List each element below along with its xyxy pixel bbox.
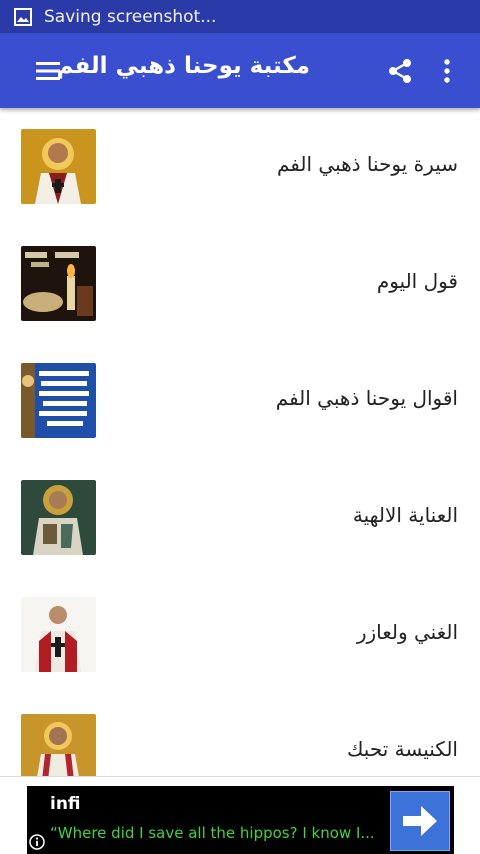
candle-book-icon [21, 246, 96, 321]
saint-portrait-icon [21, 129, 96, 204]
info-icon[interactable] [29, 834, 45, 850]
page-title: مكتبة يوحنا ذهبي الفم [56, 53, 310, 79]
list-item[interactable]: العناية الالهية [0, 459, 480, 576]
ad-action-button[interactable] [390, 791, 450, 851]
mosaic-saint-icon [21, 480, 96, 555]
list-item-label: سيرة يوحنا ذهبي الفم [276, 152, 458, 176]
list-item-label: الغني ولعازر [356, 620, 458, 644]
list-item[interactable]: اقوال يوحنا ذهبي الفم [0, 342, 480, 459]
list-item-label: العناية الالهية [352, 503, 458, 527]
ad-tagline: “Where did I save all the hippos? I know… [50, 824, 375, 842]
arrow-right-icon [403, 806, 437, 836]
image-icon [14, 7, 32, 26]
status-bar: Saving screenshot... [0, 0, 480, 33]
list-item[interactable]: قول اليوم [0, 225, 480, 342]
ad-banner[interactable]: infi “Where did I save all the hippos? I… [27, 786, 454, 854]
saint-icon [21, 714, 96, 776]
content-list: سيرة يوحنا ذهبي الفم قول اليوم اقوال يوح… [0, 108, 480, 776]
status-text: Saving screenshot... [44, 6, 217, 27]
divider [0, 776, 480, 777]
list-item-label: قول اليوم [376, 269, 458, 293]
list-item[interactable]: سيرة يوحنا ذهبي الفم [0, 108, 480, 225]
list-item[interactable]: الكنيسة تحبك [0, 693, 480, 776]
list-item-label: اقوال يوحنا ذهبي الفم [275, 386, 458, 410]
more-vert-icon[interactable] [436, 57, 458, 85]
text-image-icon [21, 363, 96, 438]
ad-brand: infi [50, 794, 81, 814]
share-icon[interactable] [386, 57, 414, 85]
saint-drawing-icon [21, 597, 96, 672]
app-bar: مكتبة يوحنا ذهبي الفم [0, 33, 480, 108]
list-item-label: الكنيسة تحبك [346, 737, 458, 761]
list-item[interactable]: الغني ولعازر [0, 576, 480, 693]
